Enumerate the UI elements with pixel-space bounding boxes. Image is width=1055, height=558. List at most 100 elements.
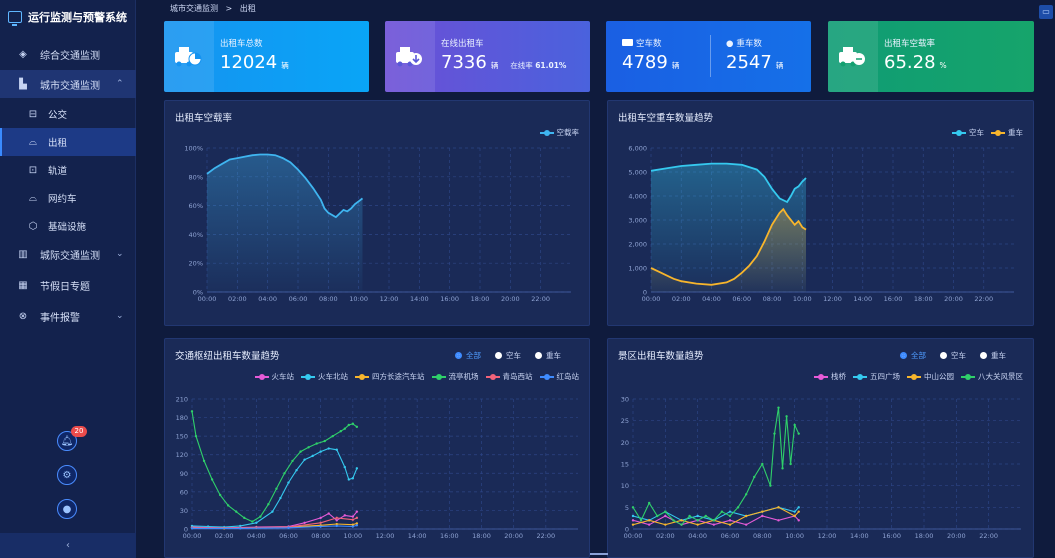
x-tick-label: 18:00: [471, 295, 490, 303]
data-point: [335, 448, 338, 451]
x-tick-label: 02:00: [228, 295, 247, 303]
nav-item-holiday[interactable]: ▦ 节假日专题: [0, 271, 136, 299]
breadcrumb-parent[interactable]: 城市交通监测: [170, 4, 218, 13]
data-point: [343, 427, 346, 430]
app-brand: 运行监测与预警系统: [8, 8, 127, 26]
screen-icon[interactable]: ▭: [1039, 5, 1053, 19]
chevron-down-icon: ⌄: [116, 249, 124, 259]
x-tick-label: 16:00: [884, 295, 903, 303]
data-point: [355, 425, 359, 429]
y-tick-label: 30: [621, 396, 629, 404]
nav-item-city-traffic[interactable]: ▙ 城市交通监测 ⌃: [0, 70, 136, 98]
nav-item-overview[interactable]: ◈ 综合交通监测: [0, 40, 136, 68]
calendar-icon: ▦: [18, 279, 28, 291]
data-point: [639, 519, 643, 522]
data-point: [769, 484, 772, 487]
data-point: [761, 514, 764, 518]
data-point: [295, 468, 298, 472]
breadcrumb: 城市交通监测 > 出租: [170, 3, 256, 14]
data-point: [355, 467, 359, 470]
x-tick-label: 18:00: [914, 295, 933, 303]
card-label: 在线出租车: [441, 39, 484, 49]
data-point: [351, 422, 355, 425]
loaded-value-wrap: 2547 辆: [726, 52, 783, 73]
nav-item-bus[interactable]: ⊟ 公交: [0, 100, 136, 128]
data-point: [647, 523, 651, 526]
unit: 辆: [281, 61, 289, 70]
data-point: [343, 465, 346, 469]
data-point: [347, 478, 351, 481]
data-point: [315, 442, 318, 445]
data-point: [283, 472, 286, 475]
data-point: [793, 514, 796, 518]
data-point: [351, 525, 355, 528]
data-point: [720, 510, 724, 513]
app-root: 运行监测与预警系统 ◈ 综合交通监测 ▙ 城市交通监测 ⌃ ⊟ 公交 ⌓ 出租 …: [0, 0, 1055, 558]
user-button[interactable]: ●: [57, 499, 77, 519]
x-tick-label: 22:00: [974, 295, 993, 303]
card-label: 空车数: [636, 39, 662, 49]
data-point: [793, 423, 796, 427]
y-tick-label: 10: [621, 482, 629, 490]
panel-scenic-trend: 景区出租车数量趋势 全部 空车 重车 栈桥 五四广场 中山公园 八大关风景区 0 5 10…: [607, 338, 1034, 558]
y-tick-label: 150: [176, 433, 188, 441]
data-point: [773, 432, 776, 435]
settings-button[interactable]: ⚙: [57, 465, 77, 485]
gear-icon: ⚙: [62, 469, 72, 481]
x-tick-label: 00:00: [642, 295, 661, 303]
data-point: [271, 510, 274, 513]
x-tick-label: 22:00: [979, 532, 998, 540]
nav-item-rail[interactable]: ⊡ 轨道: [0, 156, 136, 184]
y-tick-label: 80%: [189, 173, 203, 181]
empty-rate-chart: 0%20%40%60%80%100%00:00 02:00 04:00 06:00 08…: [184, 145, 571, 303]
y-tick-label: 90: [180, 470, 188, 478]
data-point: [335, 519, 338, 522]
y-tick-label: 60%: [189, 202, 203, 210]
data-point: [728, 519, 732, 522]
series-line-流亭机场: [191, 411, 358, 523]
data-point: [631, 519, 635, 522]
data-point: [343, 514, 346, 517]
nav-label: 基础设施: [48, 222, 87, 233]
chevron-down-icon: ⌄: [116, 311, 124, 321]
y-tick-label: 15: [621, 461, 629, 469]
data-point: [279, 496, 282, 500]
x-tick-label: 14:00: [410, 295, 429, 303]
nav-item-infrastructure[interactable]: ⬡ 基础设施: [0, 212, 136, 240]
data-point: [728, 523, 732, 526]
data-point: [712, 519, 716, 522]
empty-rate-value: 65.28: [884, 52, 936, 73]
user-icon: ●: [62, 503, 72, 515]
chevron-left-icon: ‹: [66, 540, 70, 551]
y-tick-label: 25: [621, 417, 629, 425]
data-point: [704, 514, 707, 518]
data-point: [688, 514, 691, 518]
nav-item-intercity[interactable]: ▥ 城际交通监测 ⌄: [0, 240, 136, 268]
data-point: [319, 525, 322, 528]
panel-empty-rate: 出租车空载率 空载率 0% 20% 40% 60% 80% 100% 00:00 02:00 0…: [164, 100, 590, 326]
data-point: [631, 506, 635, 509]
data-point: [251, 520, 254, 523]
y-tick-label: 5: [625, 504, 629, 512]
data-point: [355, 524, 359, 527]
collapse-sidebar-button[interactable]: ‹: [0, 533, 136, 558]
y-tick-label: 20: [621, 439, 629, 447]
data-point: [777, 406, 780, 409]
data-point: [194, 434, 198, 438]
x-tick-label: 08:00: [753, 532, 772, 540]
data-point: [781, 467, 784, 470]
nav-item-events[interactable]: ⊗ 事件报警 ⌄: [0, 302, 136, 330]
card-icon-panel: [828, 21, 878, 92]
nav-item-taxi[interactable]: ⌓ 出租: [0, 128, 136, 156]
data-point: [190, 410, 194, 413]
card-icon-panel: [385, 21, 435, 92]
data-point: [753, 475, 756, 479]
x-tick-label: 02:00: [672, 295, 691, 303]
x-tick-label: 00:00: [198, 295, 217, 303]
nav-label: 节假日专题: [40, 281, 90, 293]
loaded-value: 2547: [726, 52, 772, 73]
car-icon: ⌓: [29, 192, 37, 204]
taxi-empty-icon: [839, 47, 865, 67]
y-tick-label: 120: [176, 451, 188, 459]
nav-item-ridehail[interactable]: ⌓ 网约车: [0, 184, 136, 212]
